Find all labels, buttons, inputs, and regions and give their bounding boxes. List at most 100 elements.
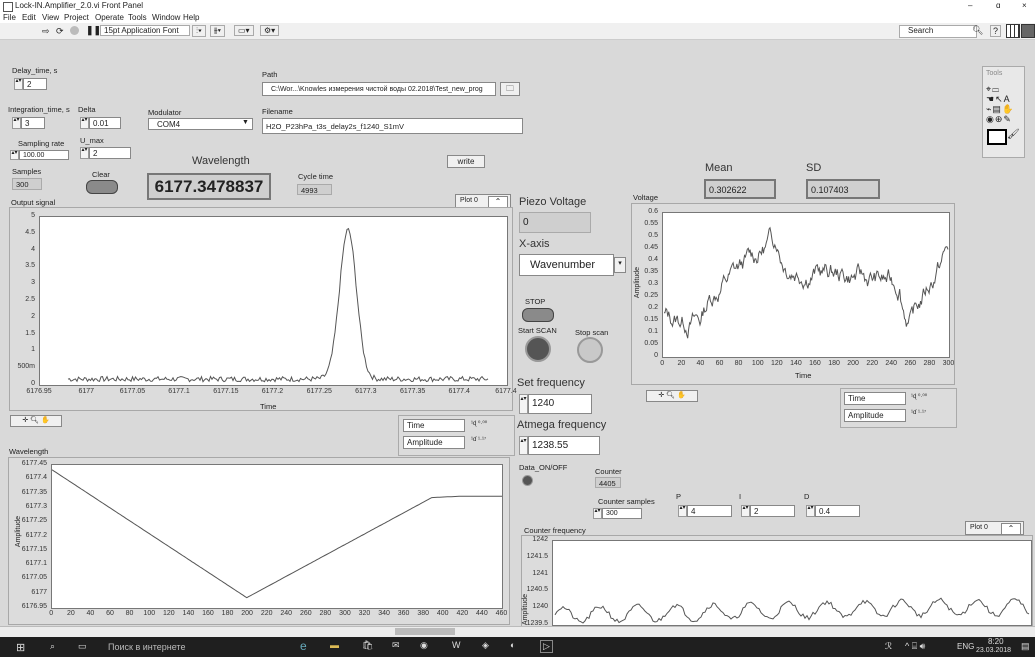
sampling-rate-spinner[interactable]: ▴▾ (10, 150, 19, 160)
output-plot-legend[interactable]: Plot 0 ⌃ (455, 194, 511, 208)
shortcut-tool-icon[interactable]: ▤ (992, 104, 1002, 114)
delta-spinner[interactable]: ▴▾ (80, 117, 89, 129)
resize-icon[interactable]: ▭▾ (234, 25, 254, 36)
close-button[interactable]: × (1022, 1, 1027, 10)
atmega-frequency-field[interactable]: 1238.55 (528, 436, 600, 455)
voltage-cursor-amplitude[interactable]: Amplitude (844, 409, 906, 422)
app-icon-2[interactable]: ◈ (482, 640, 489, 651)
minimize-button[interactable]: – (968, 1, 972, 10)
align-icon[interactable]: ⫶▾ (192, 25, 206, 37)
cursor-amplitude-format[interactable]: ¹ɗ ¹·¹⁷ (471, 437, 486, 443)
sampling-rate-field[interactable]: 100.00 (19, 150, 69, 160)
file-explorer-icon[interactable]: ▬ (330, 640, 339, 650)
set-frequency-spinner[interactable]: ▴▾ (519, 394, 528, 414)
horizontal-scrollbar[interactable] (0, 626, 1035, 637)
cursor-amplitude-name[interactable]: Amplitude (403, 436, 465, 449)
atmega-frequency-spinner[interactable]: ▴▾ (519, 436, 528, 455)
mail-icon[interactable]: ✉︎ (392, 640, 400, 651)
color-picker-icon[interactable]: ✎ (1003, 114, 1012, 124)
menu-operate[interactable]: Operate (95, 13, 124, 22)
clock-time[interactable]: 8:20 (988, 637, 1004, 646)
voltage-graph-palette[interactable]: ✛ 🔍︎ ✋ (646, 390, 698, 402)
labview-taskbar-icon[interactable]: ▷ (540, 640, 553, 653)
stop-button[interactable] (522, 308, 554, 322)
xaxis-dropdown-icon[interactable]: ▾ (614, 257, 626, 273)
run-arrow-icon[interactable]: ⇨ (42, 26, 50, 37)
windows-start-icon[interactable]: ⊞ (16, 641, 25, 654)
delay-time-spinner[interactable]: ▴▾ (14, 78, 23, 90)
delay-time-field[interactable]: 2 (23, 78, 47, 90)
counter-plot-legend[interactable]: Plot 0 ⌃ (965, 521, 1024, 535)
text-tool-icon[interactable]: A (1004, 94, 1011, 104)
voltage-plot[interactable] (662, 212, 950, 358)
voltage-cursor-time-format[interactable]: ¹ɖ ⁰·⁰⁰ (911, 393, 927, 400)
chrome-icon[interactable]: ◉ (420, 640, 428, 651)
cortana-search-icon[interactable]: ⌕ (50, 641, 55, 652)
write-button[interactable]: write (447, 155, 485, 168)
stop-scan-button[interactable] (577, 337, 603, 363)
color-swatch-icon[interactable] (987, 129, 1007, 145)
xaxis-select[interactable]: Wavenumber (519, 254, 614, 276)
edge-icon[interactable]: e (300, 639, 307, 653)
browse-folder-button[interactable]: 🗀 (500, 82, 520, 96)
cursor-time-name[interactable]: Time (403, 419, 465, 432)
search-icon[interactable]: 🔍︎ (972, 25, 983, 36)
clock-date[interactable]: 23.03.2018 (976, 647, 1011, 654)
pause-icon[interactable]: ❚❚ (86, 25, 101, 36)
distribute-icon[interactable]: ⫵▾ (210, 25, 226, 37)
menu-file[interactable]: File (3, 13, 16, 22)
scrollbar-thumb[interactable] (395, 628, 455, 635)
cursor-time-format[interactable]: ¹ɖ ⁰·⁰⁰ (471, 420, 487, 427)
clear-button[interactable] (86, 180, 118, 194)
help-icon[interactable]: ? (990, 25, 1002, 37)
search-input[interactable]: Search (899, 25, 977, 38)
modulator-dropdown-icon[interactable]: ▼ (242, 119, 249, 126)
integration-time-field[interactable]: 3 (21, 117, 45, 129)
run-continuous-icon[interactable]: ⟳ (56, 26, 64, 37)
breakpoint-tool-icon[interactable]: ◉ (986, 114, 995, 124)
hand-tool-icon[interactable]: ☚ (986, 94, 995, 104)
filename-field[interactable]: H2O_P23hPa_t3s_delay2s_f1240_S1mV (262, 118, 523, 134)
p-spinner[interactable]: ▴▾ (678, 505, 687, 517)
menu-window[interactable]: Window (152, 13, 180, 22)
delta-field[interactable]: 0.01 (89, 117, 121, 129)
modulator-select[interactable]: COM4 (148, 118, 253, 130)
people-icon[interactable]: ℛ (885, 641, 892, 652)
select-tool-icon[interactable]: ↖ (995, 94, 1004, 104)
reorder-icon[interactable]: ⚙▾ (260, 25, 280, 36)
umax-field[interactable]: 2 (89, 147, 131, 159)
d-field[interactable]: 0.4 (815, 505, 860, 517)
font-select[interactable]: 15pt Application Font (100, 25, 190, 36)
app-icon-3[interactable]: ◐ (510, 640, 515, 650)
voltage-cursor-time[interactable]: Time (844, 392, 906, 405)
counter-samples-field[interactable]: 300 (602, 508, 642, 519)
store-icon[interactable]: 🛍︎ (362, 640, 373, 651)
menu-project[interactable]: Project (64, 13, 89, 22)
operate-tool-icon[interactable]: ▭ (992, 84, 1000, 94)
menu-tools[interactable]: Tools (128, 13, 147, 22)
scroll-tool-icon[interactable]: ✋ (1002, 104, 1014, 114)
counter-samples-spinner[interactable]: ▴▾ (593, 508, 602, 519)
menu-help[interactable]: Help (183, 13, 199, 22)
wavelength-plot[interactable] (51, 464, 503, 609)
taskbar-search-box[interactable]: Поиск в интернете (108, 642, 185, 652)
path-field[interactable]: C:\Wor...\Knowles измерения чистой воды … (262, 82, 496, 96)
language-indicator[interactable]: ENG (957, 642, 974, 651)
umax-spinner[interactable]: ▴▾ (80, 147, 89, 159)
p-field[interactable]: 4 (687, 505, 732, 517)
counter-frequency-plot[interactable] (552, 540, 1032, 626)
i-field[interactable]: 2 (750, 505, 795, 517)
brush-icon[interactable]: 🖌︎ (1007, 129, 1020, 140)
integration-time-spinner[interactable]: ▴▾ (12, 117, 21, 129)
voltage-cursor-amplitude-format[interactable]: ¹ɗ ¹·¹⁷ (911, 410, 926, 416)
output-signal-plot[interactable] (39, 216, 508, 386)
abort-icon[interactable] (70, 26, 79, 35)
word-icon[interactable]: W (452, 640, 461, 650)
output-graph-palette[interactable]: ✛ 🔍︎ ✋ (10, 415, 62, 427)
menu-edit[interactable]: Edit (22, 13, 36, 22)
d-spinner[interactable]: ▴▾ (806, 505, 815, 517)
menu-view[interactable]: View (42, 13, 59, 22)
tray-icons[interactable]: ^ ⌸ 🔊︎ (905, 641, 925, 652)
i-spinner[interactable]: ▴▾ (741, 505, 750, 517)
notifications-icon[interactable]: ▤ (1021, 641, 1030, 652)
